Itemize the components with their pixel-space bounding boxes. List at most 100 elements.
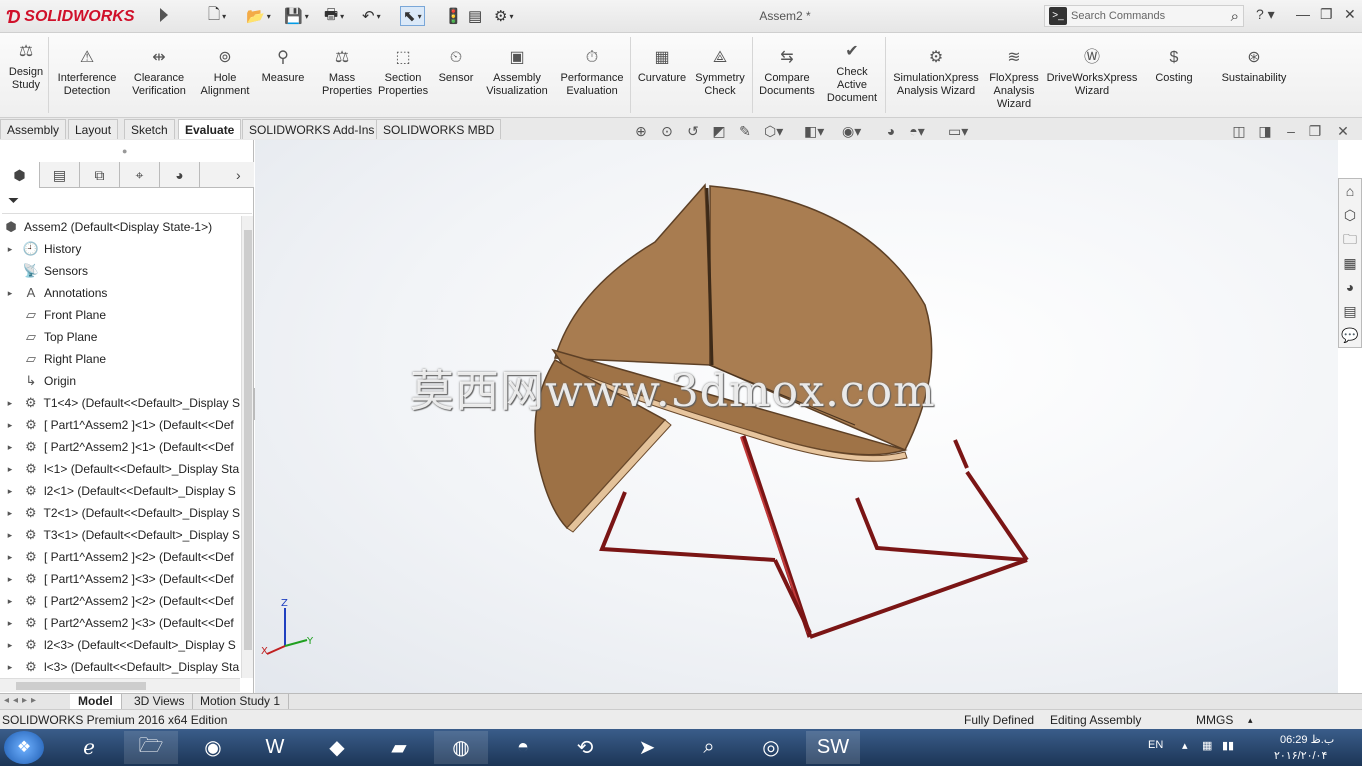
undo-icon[interactable]: ↶ ▾: [362, 6, 381, 26]
tab-motion-study[interactable]: Motion Study 1: [192, 694, 290, 710]
search-icon[interactable]: ⌕: [1231, 8, 1239, 25]
tile-right-icon[interactable]: ◨: [1256, 122, 1274, 140]
edit-appearance-icon[interactable]: ◕: [882, 122, 900, 140]
tree-item[interactable]: ▸ ⚙ [ Part2^Assem2 ]<2> (Default<<Def: [0, 590, 240, 612]
options-gear-icon[interactable]: ⚙ ▾: [494, 6, 513, 26]
tree-item[interactable]: ▸ ⚙ l<1> (Default<<Default>_Display Sta: [0, 458, 240, 480]
tree-vertical-scrollbar[interactable]: [241, 216, 253, 678]
doc-restore-icon[interactable]: ❐: [1306, 122, 1324, 140]
previous-view-icon[interactable]: ↺: [684, 122, 702, 140]
tree-filter[interactable]: ⏷: [2, 192, 252, 214]
appearances-icon[interactable]: ◕: [1339, 275, 1361, 299]
start-button-icon[interactable]: ❖: [4, 731, 44, 764]
restore-button[interactable]: ❐: [1320, 6, 1333, 23]
tile-left-icon[interactable]: ◫: [1230, 122, 1248, 140]
clock-time[interactable]: 06:29 ب.ظ: [1280, 733, 1334, 746]
expand-arrow-icon[interactable]: ▸: [4, 662, 16, 673]
tree-item[interactable]: ▸ ⚙ T3<1> (Default<<Default>_Display S: [0, 524, 240, 546]
ribbon-button-measure[interactable]: ⚲ Measure: [258, 47, 308, 85]
tree-item[interactable]: 📡 Sensors: [0, 260, 240, 282]
tree-item[interactable]: ▸ 🕘 History: [0, 238, 240, 260]
ribbon-button-driveworksxpress-wizard[interactable]: Ⓦ DriveWorksXpress Wizard: [1046, 47, 1138, 98]
tree-item[interactable]: ▱ Front Plane: [0, 304, 240, 326]
expand-arrow-icon[interactable]: ▸: [4, 486, 16, 497]
expand-arrow-icon[interactable]: ▸: [4, 288, 16, 299]
network-icon[interactable]: ▦: [1202, 739, 1212, 752]
tree-item[interactable]: ▸ ⚙ l2<3> (Default<<Default>_Display S: [0, 634, 240, 656]
view-orientation-icon[interactable]: ⬡▾: [764, 122, 783, 140]
display-manager-tab-icon[interactable]: ◕: [160, 162, 200, 188]
view-palette-icon[interactable]: ▦: [1339, 251, 1361, 275]
expand-arrow-icon[interactable]: ▸: [4, 442, 16, 453]
feature-tree-tab-icon[interactable]: ⬢: [0, 162, 40, 188]
file-explorer-taskbar-icon[interactable]: 🗁: [124, 731, 178, 764]
view-settings-icon[interactable]: ▭▾: [948, 122, 968, 140]
file-properties-icon[interactable]: ▤: [468, 6, 482, 26]
solidworks-logo[interactable]: Ɗ SOLIDWORKS: [6, 4, 134, 30]
tab-sketch[interactable]: Sketch: [124, 119, 175, 139]
file-explorer-icon[interactable]: 🗀: [1339, 227, 1361, 251]
expand-arrow-icon[interactable]: ▸: [4, 640, 16, 651]
expand-arrow-icon[interactable]: ▸: [4, 596, 16, 607]
tree-item[interactable]: ▸ ⚙ T2<1> (Default<<Default>_Display S: [0, 502, 240, 524]
search-mode-icon[interactable]: >_: [1049, 7, 1067, 25]
tree-horizontal-scrollbar[interactable]: [0, 678, 240, 692]
tray-expand-icon[interactable]: ▴: [1182, 739, 1188, 752]
ribbon-button-compare-documents[interactable]: ⇆ Compare Documents: [756, 47, 818, 98]
scroll-thumb[interactable]: [244, 230, 252, 650]
globe-app-icon[interactable]: ◓: [496, 731, 550, 764]
open-icon[interactable]: 📂 ▾: [246, 6, 271, 26]
chrome-icon[interactable]: ◎: [744, 731, 798, 764]
tree-root-assembly[interactable]: ⬢ Assem2 (Default<Display State-1>): [0, 216, 240, 238]
ribbon-button-hole-alignment[interactable]: ⊚ Hole Alignment: [198, 47, 252, 98]
clock-date[interactable]: ۲۰۱۶/۲۰/۰۴: [1274, 749, 1327, 762]
new-document-icon[interactable]: 🗋 ▾: [208, 6, 226, 26]
tab-3d-views[interactable]: 3D Views: [126, 694, 194, 710]
dimxpert-tab-icon[interactable]: ⌖: [120, 162, 160, 188]
tab-assembly[interactable]: Assembly: [0, 119, 67, 139]
search-commands[interactable]: >_ Search Commands ⌕: [1044, 5, 1244, 27]
word-icon[interactable]: W: [248, 731, 302, 764]
configuration-manager-tab-icon[interactable]: ⧉: [80, 162, 120, 188]
ribbon-button-floxpress-analysis-wizard[interactable]: ≋ FloXpress Analysis Wizard: [986, 47, 1042, 111]
panel-handle[interactable]: ●: [122, 146, 127, 156]
firefox-icon[interactable]: ◍: [434, 731, 488, 764]
bluestacks-icon[interactable]: ▰: [372, 731, 426, 764]
search-app-icon[interactable]: ⌕: [682, 731, 736, 764]
ribbon-button-sustainability[interactable]: ⊛ Sustainability: [1216, 47, 1292, 85]
units-dropdown-icon[interactable]: ▴: [1248, 710, 1253, 730]
tree-item[interactable]: ▸ ⚙ l<3> (Default<<Default>_Display Sta: [0, 656, 240, 678]
expand-arrow-icon[interactable]: ▸: [4, 244, 16, 255]
doc-close-icon[interactable]: ✕: [1334, 122, 1352, 140]
doc-minimize-icon[interactable]: –: [1282, 122, 1300, 140]
print-icon[interactable]: 🖶 ▾: [324, 6, 344, 26]
expand-arrow-icon[interactable]: ▸: [4, 552, 16, 563]
menu-expand-arrow-icon[interactable]: [160, 8, 168, 22]
ribbon-button-sensor[interactable]: ⏲ Sensor: [436, 47, 476, 85]
solidworks-taskbar-icon[interactable]: SW: [806, 731, 860, 764]
forum-icon[interactable]: 💬: [1339, 323, 1361, 347]
zoom-area-icon[interactable]: ⊙: [658, 122, 676, 140]
select-icon[interactable]: ⬉ ▾: [400, 6, 425, 26]
units-selector[interactable]: MMGS: [1196, 710, 1233, 730]
ribbon-button-design-study[interactable]: ⚖ Design Study: [4, 41, 48, 92]
sketch-app-icon[interactable]: ◆: [310, 731, 364, 764]
tree-item[interactable]: ▱ Right Plane: [0, 348, 240, 370]
ribbon-button-curvature[interactable]: ▦ Curvature: [634, 47, 690, 85]
apply-scene-icon[interactable]: ◓▾: [908, 122, 926, 140]
tab-evaluate[interactable]: Evaluate: [178, 119, 242, 139]
help-icon[interactable]: ? ▾: [1256, 6, 1275, 23]
hide-show-items-icon[interactable]: ◉▾: [842, 122, 861, 140]
signal-icon[interactable]: ▮▮: [1222, 739, 1234, 752]
ribbon-button-check-active-document[interactable]: ✔ Check Active Document: [822, 41, 882, 105]
save-icon[interactable]: 💾 ▾: [284, 6, 309, 26]
ribbon-button-symmetry-check[interactable]: ⟁ Symmetry Check: [692, 47, 748, 98]
close-button[interactable]: ✕: [1344, 6, 1356, 23]
design-library-icon[interactable]: ⬡: [1339, 203, 1361, 227]
ribbon-button-performance-evaluation[interactable]: ⏱ Performance Evaluation: [558, 47, 626, 98]
tree-item[interactable]: ▸ A Annotations: [0, 282, 240, 304]
telegram-icon[interactable]: ➤: [620, 731, 674, 764]
expand-arrow-icon[interactable]: ▸: [4, 574, 16, 585]
dynamic-annotation-icon[interactable]: ✎: [736, 122, 754, 140]
tree-item[interactable]: ▸ ⚙ l2<1> (Default<<Default>_Display S: [0, 480, 240, 502]
